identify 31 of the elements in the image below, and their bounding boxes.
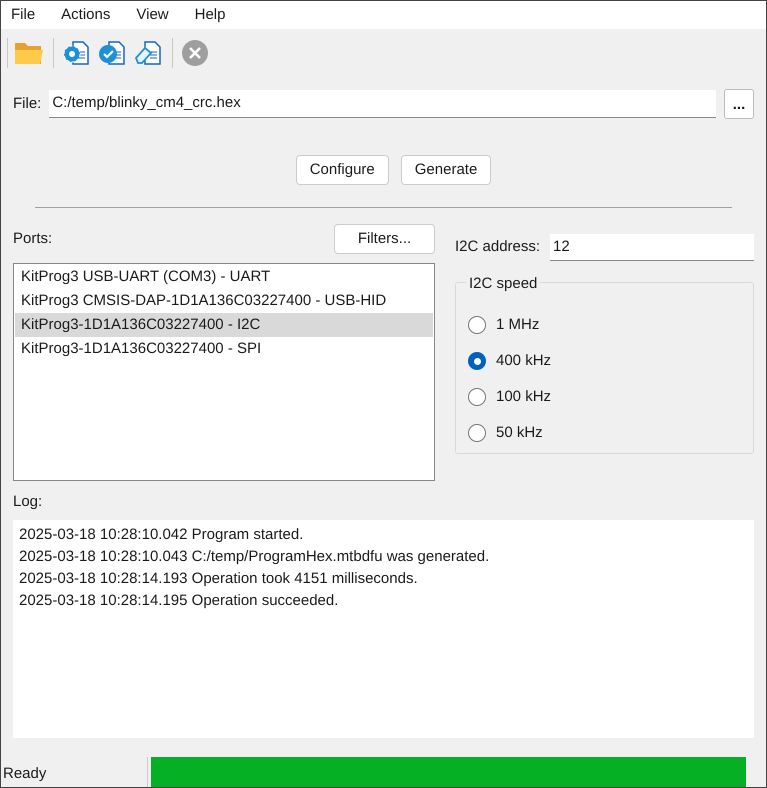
menu-item[interactable]: File (11, 4, 36, 26)
radio-button[interactable] (468, 388, 486, 406)
radio-label: 400 kHz (496, 350, 552, 371)
log-line: 2025-03-18 10:28:14.193 Operation took 4151 milliseconds. (19, 568, 419, 588)
log-line: 2025-03-18 10:28:14.195 Operation succeeded. (19, 590, 340, 610)
i2c-address-field[interactable]: 12 (550, 234, 754, 261)
port-item[interactable]: KitProg3 USB-UART (COM3) - UART (15, 265, 433, 289)
ports-label: Ports: (13, 228, 52, 249)
port-item[interactable]: KitProg3-1D1A136C03227400 - SPI (15, 337, 433, 361)
status-text: Ready (2, 764, 48, 784)
configure-button[interactable]: Configure (296, 155, 389, 185)
generate-button[interactable]: Generate (400, 155, 492, 185)
log-line: 2025-03-18 10:28:10.042 Program started. (19, 524, 304, 544)
filters-button[interactable]: Filters... (334, 224, 435, 254)
menu-item[interactable]: Actions (61, 4, 110, 26)
port-item[interactable]: KitProg3 CMSIS-DAP-1D1A136C03227400 - USB-HID (15, 289, 433, 313)
radio-button[interactable] (468, 316, 486, 334)
log-line: 2025-03-18 10:28:10.043 C:/temp/ProgramHex.mtbdfu was generated. (19, 546, 490, 566)
menu-item[interactable]: View (136, 4, 169, 26)
radio-label: 1 MHz (496, 314, 540, 335)
i2c-address-label: I2C address: (455, 237, 540, 258)
radio-button[interactable] (468, 424, 486, 442)
radio-label: 100 kHz (496, 386, 552, 407)
menu-item[interactable]: Help (194, 4, 226, 26)
file-label: File: (13, 94, 42, 114)
log-label: Log: (12, 492, 44, 512)
port-item[interactable]: KitProg3-1D1A136C03227400 - I2C (15, 313, 433, 337)
radio-button[interactable] (468, 352, 486, 370)
browse-button[interactable]: ... (724, 89, 754, 119)
radio-label: 50 kHz (496, 422, 543, 443)
file-path-field[interactable]: C:/temp/blinky_cm4_crc.hex (49, 90, 716, 118)
